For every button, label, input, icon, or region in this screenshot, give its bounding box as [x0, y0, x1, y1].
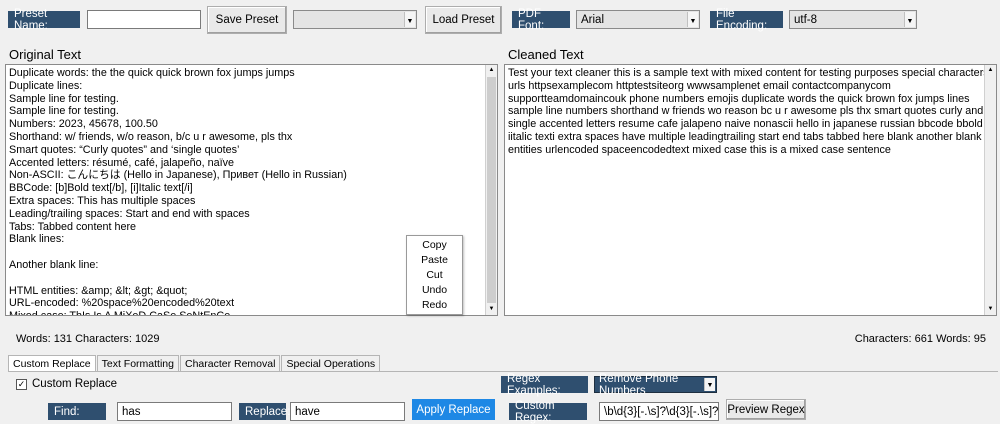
file-encoding-select[interactable]: utf-8 ▼	[789, 10, 917, 29]
save-preset-button[interactable]: Save Preset	[207, 6, 287, 34]
cleaned-text-area[interactable]: Test your text cleaner this is a sample …	[504, 64, 997, 316]
original-text-title: Original Text	[9, 47, 82, 62]
chevron-down-icon[interactable]: ▼	[404, 12, 415, 27]
context-menu-undo[interactable]: Undo	[407, 283, 462, 298]
scroll-thumb[interactable]	[487, 77, 496, 303]
original-text-line: Sample line for testing.	[9, 105, 119, 118]
context-menu-paste[interactable]: Paste	[407, 253, 462, 268]
preset-select[interactable]: ▼	[293, 10, 417, 29]
regex-examples-select[interactable]: Remove Phone Numbers ▼	[594, 373, 717, 397]
find-input[interactable]: has	[117, 402, 232, 421]
operation-tabs: Custom Replace Text Formatting Character…	[8, 355, 381, 371]
scroll-up-icon[interactable]: ▲	[486, 65, 497, 76]
cleaned-text-scrollbar[interactable]: ▲ ▼	[984, 65, 996, 315]
replace-input[interactable]: have	[290, 402, 405, 421]
context-menu-copy[interactable]: Copy	[407, 238, 462, 253]
custom-regex-label: Custom Regex:	[509, 400, 587, 424]
tab-character-removal[interactable]: Character Removal	[179, 355, 281, 371]
custom-replace-label: Custom Replace	[32, 378, 118, 390]
cleaned-text-content: Test your text cleaner this is a sample …	[508, 67, 997, 157]
find-label: Find:	[48, 403, 106, 420]
regex-examples-label: Regex Examples:	[501, 373, 588, 397]
original-text-line: Numbers: 2023, 45678, 100.50	[9, 118, 158, 131]
cleaned-text-line: supportteamdomaincouk phone numbers emoj…	[508, 92, 970, 105]
scroll-up-icon[interactable]: ▲	[985, 65, 996, 76]
apply-replace-button[interactable]: Apply Replace	[412, 399, 495, 420]
tab-custom-replace[interactable]: Custom Replace	[8, 355, 96, 371]
pdf-font-label: PDF Font:	[512, 8, 570, 32]
tab-special-operations[interactable]: Special Operations	[281, 355, 381, 371]
preview-regex-button[interactable]: Preview Regex	[726, 399, 806, 420]
original-text-scrollbar[interactable]: ▲ ▼	[485, 65, 497, 315]
pdf-font-value: Arial	[581, 13, 605, 26]
cleaned-text-line: urls httpsexamplecom httptestsiteorg www…	[508, 79, 891, 92]
original-text-line: Duplicate words: the the quick quick bro…	[9, 67, 295, 79]
chevron-down-icon[interactable]: ▼	[687, 12, 698, 27]
cleaned-text-line: single accented letters resume cafe jala…	[508, 118, 997, 131]
cleaned-text-line: sample line numbers shorthand w friends …	[508, 105, 984, 118]
tab-divider	[8, 371, 998, 372]
cleaned-text-line: iitalic texti extra spaces have multiple…	[508, 130, 997, 143]
replace-label: Replace:	[239, 403, 290, 420]
custom-replace-toggle[interactable]: ✓ Custom Replace	[16, 378, 117, 390]
file-encoding-value: utf-8	[794, 13, 818, 26]
load-preset-button[interactable]: Load Preset	[425, 6, 502, 34]
scroll-down-icon[interactable]: ▼	[486, 304, 497, 315]
custom-regex-input[interactable]: \b\d{3}[-.\s]?\d{3}[-.\s]?\d	[599, 402, 719, 421]
regex-examples-value: Remove Phone Numbers	[599, 372, 679, 397]
original-text-line: Non-ASCII: こんにちは (Hello in Japanese), Пр…	[9, 169, 347, 182]
pdf-font-select[interactable]: Arial ▼	[576, 10, 700, 29]
original-text-line: BBCode: [b]Bold text[/b], [i]Italic text…	[9, 182, 193, 195]
original-text-line: Accented letters: résumé, café, jalapeño…	[9, 156, 235, 169]
cleaned-text-line: Test your text cleaner this is a sample …	[508, 67, 989, 79]
original-text-line: Tabs: Tabbed content here	[9, 220, 137, 233]
context-menu: Copy Paste Cut Undo Redo	[406, 235, 463, 315]
cleaned-text-title: Cleaned Text	[508, 47, 584, 62]
context-menu-redo[interactable]: Redo	[407, 298, 462, 313]
original-text-line: Extra spaces: This has multiple spaces	[9, 194, 196, 207]
original-text-line: Duplicate lines:	[9, 79, 83, 92]
scroll-down-icon[interactable]: ▼	[985, 304, 996, 315]
original-stats: Words: 131 Characters: 1029	[16, 333, 160, 345]
preset-name-label: Preset Name:	[8, 8, 80, 32]
cleaned-stats: Characters: 661 Words: 95	[854, 333, 986, 345]
original-text-line: Sample line for testing.	[9, 92, 119, 105]
chevron-down-icon[interactable]: ▼	[704, 378, 715, 391]
original-text-line: Leading/trailing spaces: Start and end w…	[9, 207, 250, 220]
custom-replace-checkbox[interactable]: ✓	[16, 378, 27, 390]
chevron-down-icon[interactable]: ▼	[904, 12, 915, 27]
context-menu-cut[interactable]: Cut	[407, 268, 462, 283]
file-encoding-label: File Encoding:	[710, 8, 783, 32]
preset-name-input[interactable]	[87, 10, 201, 29]
tab-text-formatting[interactable]: Text Formatting	[96, 355, 179, 371]
cleaned-text-line: entities urlencoded spaceencodedtext mix…	[508, 143, 891, 156]
original-text-line: Smart quotes: “Curly quotes” and ‘single…	[9, 143, 240, 156]
original-text-line: Shorthand: w/ friends, w/o reason, b/c u…	[9, 130, 293, 143]
